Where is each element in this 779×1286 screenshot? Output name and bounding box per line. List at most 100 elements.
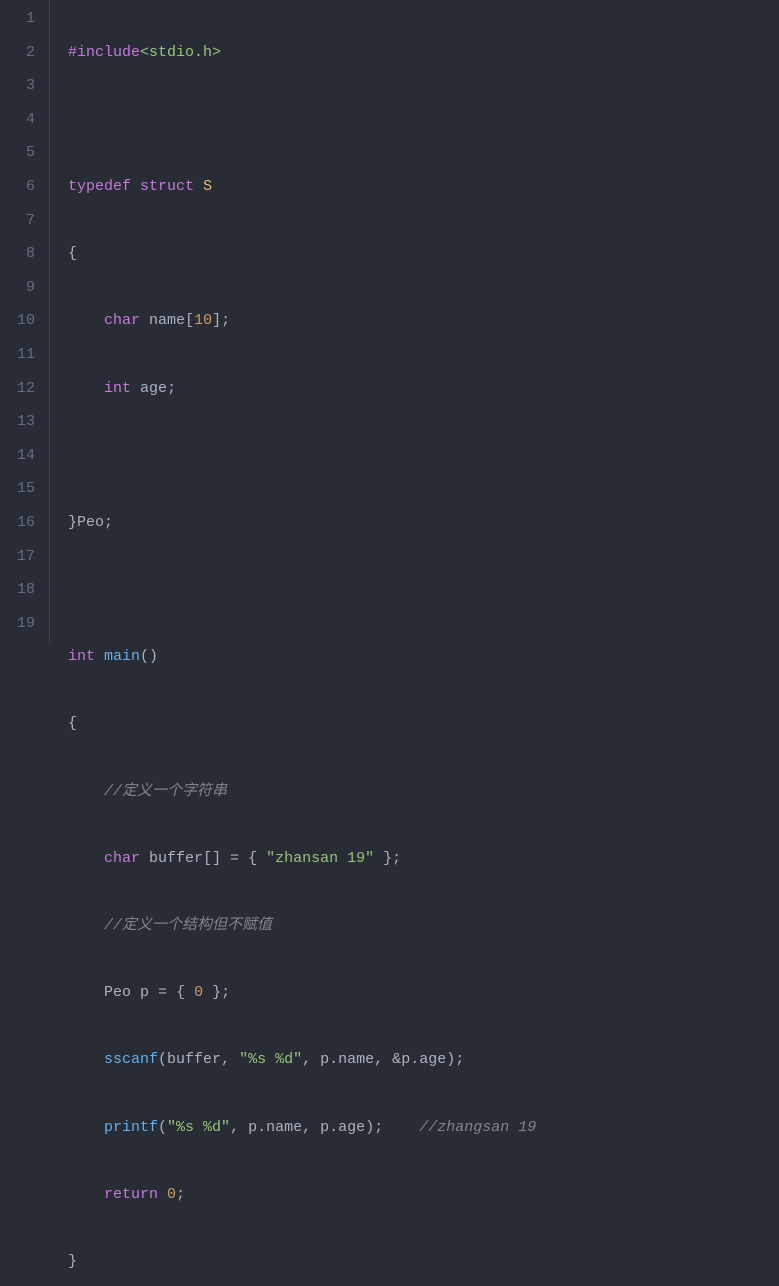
number-literal: 10 (194, 312, 212, 329)
identifier: name (149, 312, 185, 329)
comment: //定义一个结构但不赋值 (104, 917, 272, 934)
function-printf: printf (104, 1119, 158, 1136)
identifier: buffer (149, 850, 203, 867)
type-int: int (68, 648, 95, 665)
parens: () (140, 648, 158, 665)
obj: p (320, 1051, 329, 1068)
code-line: //定义一个结构但不赋值 (68, 909, 779, 943)
line-number: 16 (0, 506, 35, 540)
line-number: 2 (0, 36, 35, 70)
code-editor-content[interactable]: #include<stdio.h> typedef struct S { cha… (50, 0, 779, 643)
line-number: 15 (0, 472, 35, 506)
function-main: main (104, 648, 140, 665)
line-number: 12 (0, 372, 35, 406)
code-line: { (68, 707, 779, 741)
code-line: sscanf(buffer, "%s %d", p.name, &p.age); (68, 1043, 779, 1077)
line-number: 9 (0, 271, 35, 305)
number-literal: 0 (194, 984, 203, 1001)
equals-brace: = { (149, 984, 194, 1001)
member: age (338, 1119, 365, 1136)
type-char: char (104, 312, 140, 329)
code-line: return 0; (68, 1178, 779, 1212)
comma: , (230, 1119, 248, 1136)
comment: //zhangsan 19 (419, 1119, 536, 1136)
brackets: [] (203, 850, 221, 867)
comma: , (302, 1119, 320, 1136)
keyword-return: return (104, 1186, 158, 1203)
paren-close: ); (365, 1119, 383, 1136)
format-string: "%s %d" (167, 1119, 230, 1136)
string-literal: "zhansan 19" (266, 850, 374, 867)
code-line: #include<stdio.h> (68, 36, 779, 70)
obj: p (320, 1119, 329, 1136)
line-number: 6 (0, 170, 35, 204)
format-string: "%s %d" (239, 1051, 302, 1068)
obj: p (248, 1119, 257, 1136)
type-char: char (104, 850, 140, 867)
line-number: 18 (0, 573, 35, 607)
type-int: int (104, 380, 131, 397)
dot: . (329, 1051, 338, 1068)
member: age (419, 1051, 446, 1068)
comma: , (374, 1051, 392, 1068)
code-line (68, 103, 779, 137)
code-line: Peo p = { 0 }; (68, 976, 779, 1010)
line-number: 17 (0, 540, 35, 574)
keyword-typedef: typedef (68, 178, 131, 195)
code-line: } (68, 1245, 779, 1279)
ampersand: & (392, 1051, 401, 1068)
obj: p (401, 1051, 410, 1068)
typedef-alias: Peo (77, 514, 104, 531)
paren-close: ); (446, 1051, 464, 1068)
brace-close: } (68, 1253, 77, 1270)
paren-open: ( (158, 1051, 167, 1068)
line-number: 13 (0, 405, 35, 439)
semicolon: ; (176, 1186, 185, 1203)
function-sscanf: sscanf (104, 1051, 158, 1068)
code-line (68, 439, 779, 473)
member: name (338, 1051, 374, 1068)
include-file: <stdio.h> (140, 44, 221, 61)
line-number: 14 (0, 439, 35, 473)
code-line: int main() (68, 640, 779, 674)
equals-brace: = { (221, 850, 266, 867)
semicolon: ; (104, 514, 113, 531)
whitespace (158, 1186, 167, 1203)
identifier: p (140, 984, 149, 1001)
comment: //定义一个字符串 (104, 783, 227, 800)
line-number: 19 (0, 607, 35, 641)
code-line: char buffer[] = { "zhansan 19" }; (68, 842, 779, 876)
code-line: printf("%s %d", p.name, p.age); //zhangs… (68, 1111, 779, 1145)
line-number: 3 (0, 69, 35, 103)
brace-close: } (68, 514, 77, 531)
code-line: int age; (68, 372, 779, 406)
line-number-gutter: 1 2 3 4 5 6 7 8 9 10 11 12 13 14 15 16 1… (0, 0, 50, 643)
line-number: 11 (0, 338, 35, 372)
identifier: age (140, 380, 167, 397)
code-line: char name[10]; (68, 304, 779, 338)
preprocessor-directive: #include (68, 44, 140, 61)
keyword-struct: struct (140, 178, 194, 195)
struct-name: S (203, 178, 212, 195)
semicolon: ; (167, 380, 176, 397)
comma: , (302, 1051, 320, 1068)
line-number: 1 (0, 2, 35, 36)
brace-close: }; (203, 984, 230, 1001)
brace-open: { (68, 245, 77, 262)
code-line (68, 573, 779, 607)
comma: , (221, 1051, 239, 1068)
dot: . (410, 1051, 419, 1068)
line-number: 8 (0, 237, 35, 271)
member: name (266, 1119, 302, 1136)
line-number: 10 (0, 304, 35, 338)
line-number: 4 (0, 103, 35, 137)
paren-open: ( (158, 1119, 167, 1136)
code-line: //定义一个字符串 (68, 775, 779, 809)
line-number: 7 (0, 204, 35, 238)
brace-open: { (68, 715, 77, 732)
code-line: }Peo; (68, 506, 779, 540)
code-line: { (68, 237, 779, 271)
bracket: [ (185, 312, 194, 329)
dot: . (257, 1119, 266, 1136)
whitespace (383, 1119, 419, 1136)
